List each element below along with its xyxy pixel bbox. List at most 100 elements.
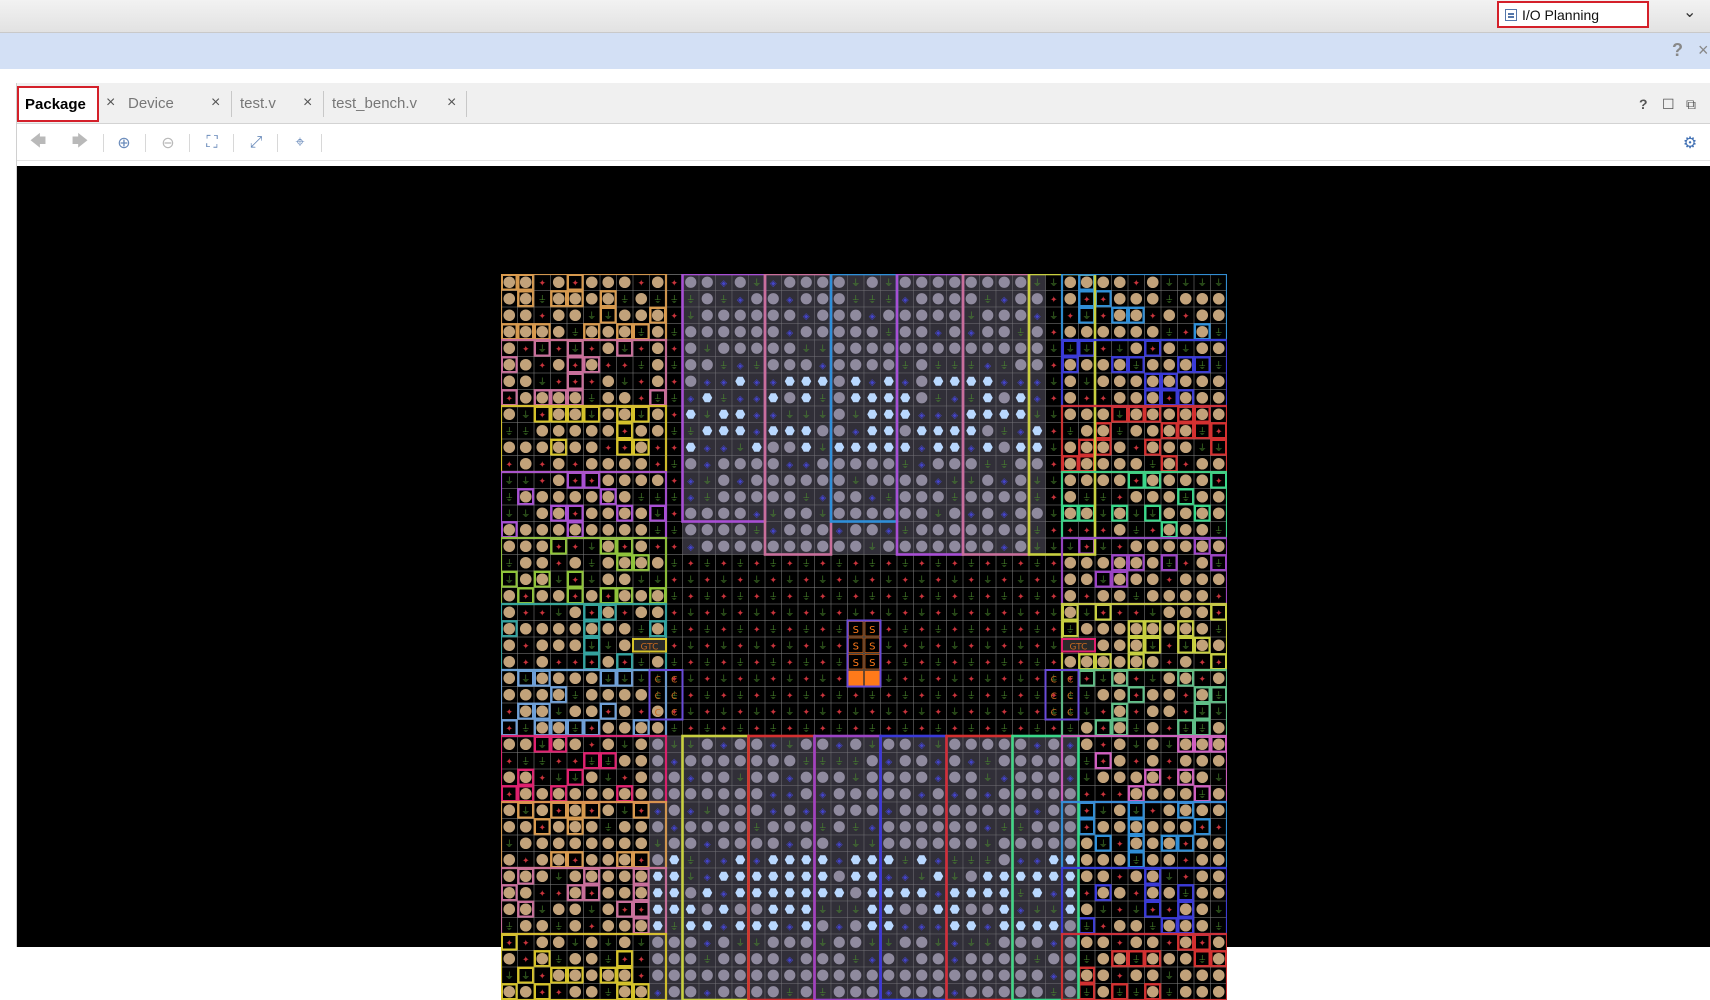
io-pin bbox=[1114, 771, 1126, 783]
power-pin-glyph: ⏚ bbox=[538, 756, 547, 767]
power-pin-glyph: ◈ bbox=[687, 807, 694, 817]
tab-device-close-icon[interactable]: × bbox=[211, 94, 220, 112]
mgt-pin bbox=[966, 821, 977, 832]
io-pin bbox=[1213, 507, 1225, 519]
io-pin bbox=[1097, 689, 1109, 701]
power-pin-glyph: ⏚ bbox=[686, 707, 695, 718]
io-pin bbox=[1196, 887, 1208, 899]
mgt-pin bbox=[834, 326, 845, 337]
io-pin bbox=[553, 639, 565, 651]
io-pin bbox=[1114, 507, 1126, 519]
power-pin-glyph: ⏚ bbox=[1000, 690, 1009, 701]
tab-test-bench-v-close-icon[interactable]: × bbox=[447, 94, 456, 112]
find-crosshair-icon[interactable]: ⌖ bbox=[289, 132, 311, 154]
power-pin-glyph: ⏚ bbox=[554, 954, 563, 965]
io-pin bbox=[1147, 656, 1159, 668]
io-pin bbox=[635, 441, 647, 453]
power-pin-glyph: ⏚ bbox=[983, 855, 992, 866]
power-pin-glyph: ◈ bbox=[885, 988, 892, 998]
mgt-pin bbox=[966, 904, 977, 915]
io-pin bbox=[553, 969, 565, 981]
layout-selector[interactable]: I/O Planning bbox=[1497, 1, 1649, 28]
power-pin-glyph: ⏚ bbox=[1214, 624, 1223, 635]
mgt-pin bbox=[768, 475, 779, 486]
zoom-in-icon[interactable]: ⊕ bbox=[113, 132, 135, 154]
close-icon[interactable]: × bbox=[1698, 40, 1709, 61]
power-pin-glyph: ◈ bbox=[984, 823, 991, 833]
power-pin-glyph: ✦ bbox=[538, 988, 546, 998]
maximize-icon[interactable]: ☐ bbox=[1662, 96, 1675, 113]
layout-grid-icon bbox=[1505, 9, 1517, 21]
io-pin bbox=[602, 474, 614, 486]
tab-package[interactable]: Package bbox=[17, 86, 99, 122]
power-pin-glyph: ✦ bbox=[621, 609, 629, 619]
panel-help-icon[interactable]: ? bbox=[1639, 96, 1648, 112]
power-pin-glyph: ⏚ bbox=[802, 756, 811, 767]
mgt-pin bbox=[1015, 293, 1026, 304]
mgt-pin bbox=[1015, 788, 1026, 799]
io-pin bbox=[652, 342, 664, 354]
mgt-pin bbox=[949, 755, 960, 766]
io-pin bbox=[1196, 986, 1208, 998]
power-pin-glyph: ✦ bbox=[934, 576, 942, 586]
tab-test-bench-v[interactable]: test_bench.v bbox=[332, 85, 417, 122]
package-viewer[interactable]: ✦✦✦✦◈⏚◈⏚⏚⏚⏚✦⏚⏚⏚⏚⏚⏚⏚⏚⏚⏚◈◈⏚⏚⏚◈⏚◈✦✦✦⏚✦⏚⏚✦⏚◈… bbox=[17, 166, 1710, 947]
auto-fit-selection-icon[interactable]: ⤢ bbox=[245, 132, 267, 154]
mgt-pin bbox=[1065, 986, 1076, 997]
power-pin-glyph: ⏚ bbox=[884, 707, 893, 718]
tab-package-close-icon[interactable]: × bbox=[106, 94, 115, 112]
mgt-pin bbox=[933, 541, 944, 552]
tab-test-v[interactable]: test.v bbox=[240, 85, 276, 122]
power-pin-glyph: ✦ bbox=[1000, 675, 1008, 685]
io-pin bbox=[520, 326, 532, 338]
power-pin-glyph: ◈ bbox=[704, 460, 711, 470]
mgt-pin bbox=[685, 821, 696, 832]
power-pin-glyph: ⏚ bbox=[884, 575, 893, 586]
zoom-out-icon[interactable]: ⊖ bbox=[157, 132, 179, 154]
tab-test-v-close-icon[interactable]: × bbox=[303, 94, 312, 112]
chevron-down-icon[interactable]: ⌄ bbox=[1683, 2, 1696, 22]
power-pin-glyph: ✦ bbox=[835, 576, 843, 586]
mgt-pin bbox=[949, 821, 960, 832]
power-pin-glyph: ⏚ bbox=[752, 278, 761, 289]
mgt-pin bbox=[768, 970, 779, 981]
power-pin-glyph: ⏚ bbox=[1000, 657, 1009, 668]
power-pin-glyph: ✦ bbox=[1083, 394, 1091, 404]
mgt-pin bbox=[999, 970, 1010, 981]
mgt-pin bbox=[1032, 458, 1043, 469]
power-pin-glyph: ⏚ bbox=[719, 360, 728, 371]
package-pin-map[interactable]: ✦✦✦✦◈⏚◈⏚⏚⏚⏚✦⏚⏚⏚⏚⏚⏚⏚⏚⏚⏚◈◈⏚⏚⏚◈⏚◈✦✦✦⏚✦⏚⏚✦⏚◈… bbox=[501, 274, 1227, 1000]
mgt-pin bbox=[801, 937, 812, 948]
io-pin bbox=[520, 986, 532, 998]
mgt-pin bbox=[916, 293, 927, 304]
zoom-fit-icon[interactable]: ⛶ bbox=[201, 132, 223, 154]
mgt-pin bbox=[1065, 937, 1076, 948]
mgt-pin bbox=[735, 508, 746, 519]
back-arrow-icon[interactable]: 🡄 bbox=[27, 132, 49, 154]
mgt-pin bbox=[1032, 508, 1043, 519]
settings-gear-icon[interactable]: ⚙ bbox=[1679, 132, 1701, 154]
mgt-pin bbox=[768, 821, 779, 832]
power-pin-glyph: ⏚ bbox=[934, 938, 943, 949]
mgt-pin bbox=[1032, 937, 1043, 948]
power-pin-glyph: ◈ bbox=[1034, 741, 1041, 751]
power-pin-glyph: ✦ bbox=[604, 444, 612, 454]
help-icon[interactable]: ? bbox=[1672, 40, 1683, 61]
forward-arrow-icon[interactable]: 🡆 bbox=[69, 132, 91, 154]
io-pin bbox=[635, 788, 647, 800]
power-pin-glyph: ✦ bbox=[1165, 757, 1173, 767]
power-pin-glyph: ✦ bbox=[769, 642, 777, 652]
power-pin-glyph: ⏚ bbox=[521, 476, 530, 487]
tab-device[interactable]: Device bbox=[128, 85, 174, 122]
io-pin bbox=[619, 276, 631, 288]
mgt-pin bbox=[702, 310, 713, 321]
power-pin-glyph: ◈ bbox=[869, 955, 876, 965]
mgt-pin bbox=[784, 937, 795, 948]
io-pin bbox=[1180, 408, 1192, 420]
power-pin-glyph: ⏚ bbox=[637, 657, 646, 668]
power-pin-glyph: ✦ bbox=[984, 592, 992, 602]
io-pin bbox=[1130, 326, 1142, 338]
mgt-pin bbox=[735, 986, 746, 997]
power-pin-glyph: ◈ bbox=[869, 312, 876, 322]
float-window-icon[interactable]: ⧉ bbox=[1686, 96, 1696, 113]
